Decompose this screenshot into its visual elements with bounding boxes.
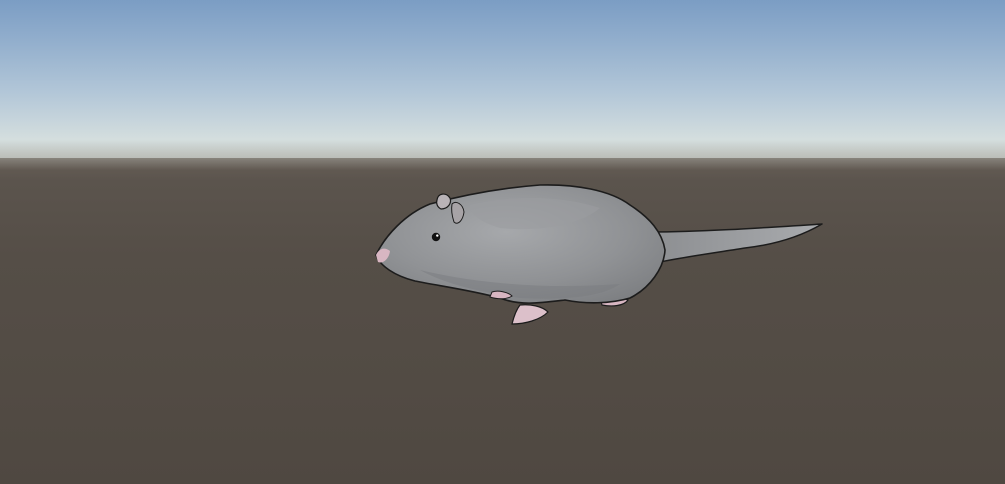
rat-tail bbox=[649, 223, 823, 263]
rat-hind-foot bbox=[511, 304, 549, 325]
game-viewport[interactable] bbox=[0, 0, 1005, 484]
rat-ear bbox=[436, 193, 452, 210]
rat-icon bbox=[375, 184, 823, 325]
rat-eye-highlight bbox=[436, 234, 439, 237]
rat-eye bbox=[431, 232, 441, 242]
